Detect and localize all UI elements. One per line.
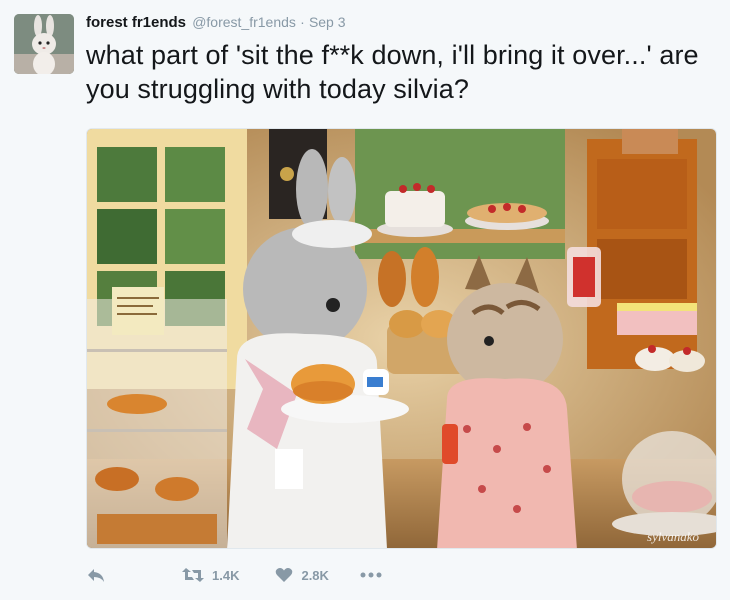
- tweet-header: forest fr1ends @forest_fr1ends · Sep 3: [86, 12, 346, 33]
- tweet-actions: 1.4K 2.8K: [86, 562, 383, 588]
- like-count: 2.8K: [301, 567, 329, 583]
- retweet-count: 1.4K: [212, 567, 240, 583]
- tweet-text: what part of 'sit the f**k down, i'll br…: [86, 40, 699, 104]
- like-button[interactable]: 2.8K: [275, 567, 329, 583]
- display-name[interactable]: forest fr1ends: [86, 14, 186, 31]
- avatar[interactable]: [14, 14, 74, 74]
- retweet-icon: [182, 568, 204, 582]
- more-icon: [360, 572, 382, 578]
- bakery-scene-photo: sylvanako: [87, 129, 716, 548]
- more-button[interactable]: [359, 571, 383, 579]
- photo-watermark: sylvanako: [647, 529, 699, 544]
- reply-button[interactable]: [86, 567, 106, 583]
- retweet-button[interactable]: 1.4K: [182, 567, 239, 583]
- tweet: forest fr1ends @forest_fr1ends · Sep 3 w…: [0, 0, 730, 600]
- handle[interactable]: @forest_fr1ends: [192, 14, 296, 30]
- separator-dot: ·: [300, 14, 305, 30]
- timestamp[interactable]: Sep 3: [309, 14, 346, 30]
- reply-icon: [88, 569, 104, 582]
- heart-icon: [276, 568, 293, 582]
- bunny-avatar-icon: [14, 14, 74, 74]
- tweet-photo[interactable]: sylvanako: [86, 128, 717, 549]
